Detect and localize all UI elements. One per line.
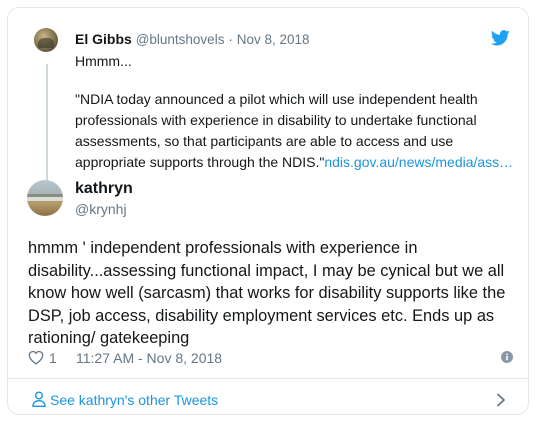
tweet-text-line: DSP, job access, disability employment s… [28, 306, 495, 325]
quote-line: assessments, so that participants are ab… [75, 133, 454, 149]
author-handle[interactable]: @krynhj [75, 201, 127, 217]
like-count: 1 [49, 350, 57, 366]
parent-tweet-quote: "NDIA today announced a pilot which will… [75, 89, 525, 173]
quote-line-with-link: appropriate supports through the NDIS."n… [75, 152, 525, 173]
heart-icon[interactable] [28, 350, 44, 365]
avatar[interactable] [27, 180, 63, 216]
quoted-url-link[interactable]: ndis.gov.au/news/media/ass… [324, 154, 513, 170]
tweet-text-line: know how well (sarcasm) that works for d… [28, 284, 506, 302]
avatar[interactable] [34, 28, 58, 52]
tweet-text: hmmm ' independent professionals with ex… [28, 237, 518, 350]
info-icon[interactable] [501, 351, 513, 363]
separator-dot: · [228, 32, 233, 47]
quote-line: appropriate supports through the NDIS." [75, 154, 325, 170]
parent-tweet-text: Hmmm... [75, 53, 132, 69]
twitter-bird-icon[interactable] [491, 30, 510, 46]
person-icon [32, 391, 46, 407]
parent-tweet-header: El Gibbs @bluntshovels · Nov 8, 2018 [75, 31, 310, 47]
see-other-tweets-label: See kathryn's other Tweets [50, 392, 219, 408]
chevron-right-icon [497, 393, 505, 407]
tweet-actions: 1 11:27 AM - Nov 8, 2018 [28, 349, 518, 369]
embedded-tweet-card: El Gibbs @bluntshovels · Nov 8, 2018 Hmm… [7, 7, 529, 415]
quote-line: "NDIA today announced a pilot which will… [75, 91, 478, 107]
tweet-text-line: hmmm ' independent professionals with ex… [28, 239, 418, 257]
author-handle[interactable]: @bluntshovels [136, 32, 225, 47]
tweet-date[interactable]: Nov 8, 2018 [237, 32, 310, 47]
quote-line: professionals with experience in disabil… [75, 112, 477, 128]
author-name[interactable]: kathryn [75, 180, 133, 198]
tweet-text-line: disability...assessing functional impact… [28, 261, 505, 280]
thread-connector-line [46, 64, 48, 192]
tweet-text-line: rationing/ gatekeeping [28, 329, 190, 347]
author-name[interactable]: El Gibbs [75, 31, 132, 47]
tweet-timestamp[interactable]: 11:27 AM - Nov 8, 2018 [76, 350, 222, 366]
see-other-tweets-link[interactable]: See kathryn's other Tweets [8, 379, 528, 415]
